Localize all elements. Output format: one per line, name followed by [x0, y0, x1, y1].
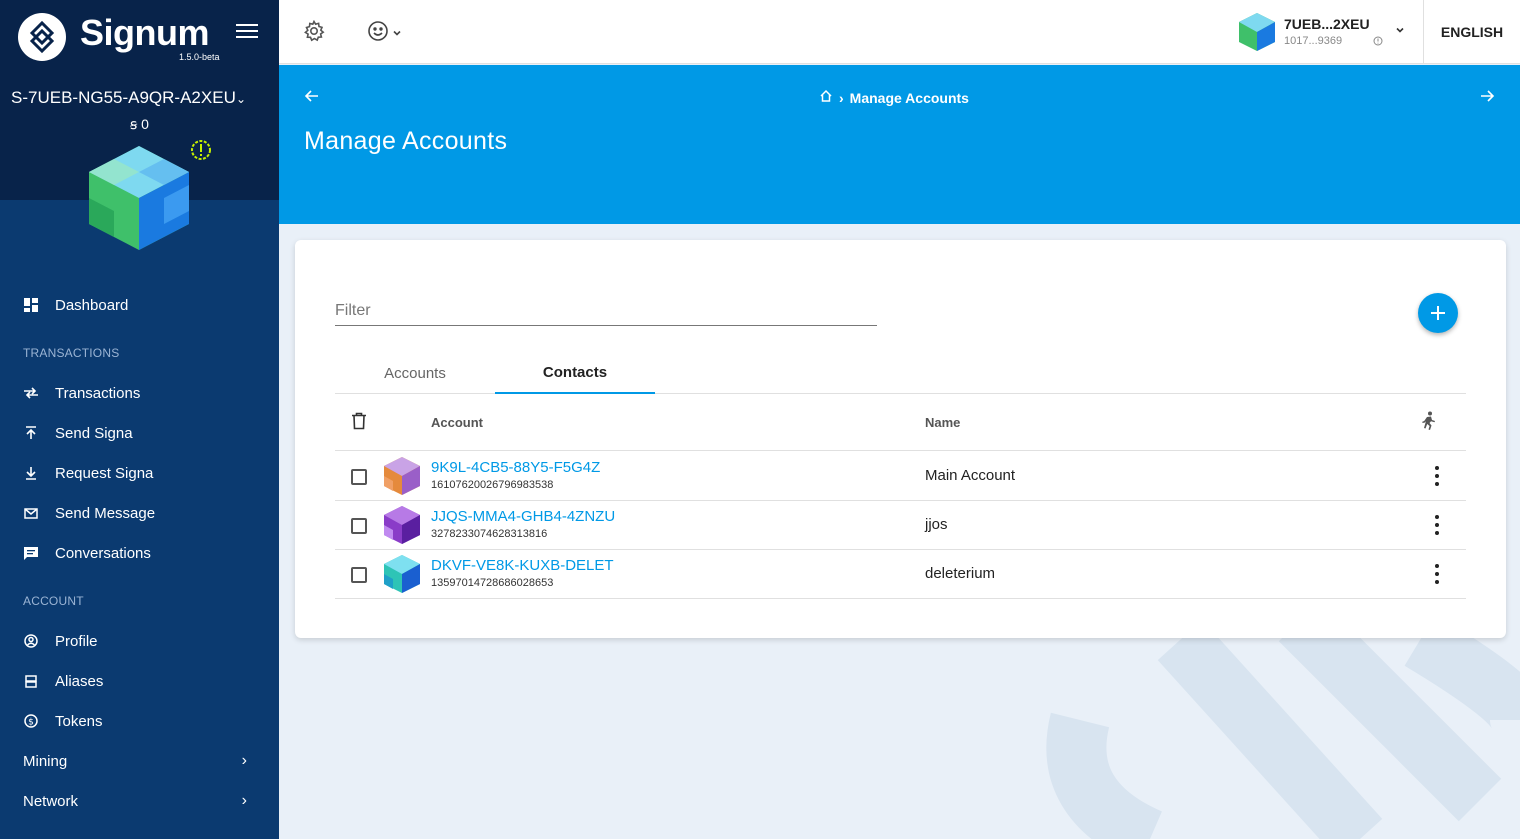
contact-numeric-id: 3278233074628313816 [431, 528, 548, 540]
sidebar-item-tokens[interactable]: $ Tokens [0, 703, 279, 739]
account-switcher[interactable]: 7UEB...2XEU 1017...9369 [1237, 12, 1417, 54]
plus-icon [1431, 306, 1445, 320]
chat-icon [23, 546, 39, 560]
gear-icon[interactable] [303, 19, 325, 47]
info-icon [1373, 33, 1383, 51]
section-heading-account: ACCOUNT [23, 594, 84, 608]
sidebar-item-label: Send Message [55, 504, 156, 522]
contact-numeric-id: 16107620026796983538 [431, 479, 554, 491]
chevron-right-icon: › [241, 752, 247, 769]
mood-menu[interactable] [367, 20, 402, 47]
accounts-card: Accounts Contacts Account Name 9K9L-4CB5… [295, 240, 1506, 638]
sidebar-item-label: Profile [55, 632, 98, 650]
download-icon [23, 466, 39, 480]
language-selector[interactable]: ENGLISH [1423, 0, 1520, 64]
contact-address[interactable]: DKVF-VE8K-KUXB-DELET [431, 557, 614, 574]
add-account-button[interactable] [1418, 293, 1458, 333]
sidebar: Signum 1.5.0-beta S-7UEB-NG55-A9QR-A2XEU… [0, 0, 279, 839]
sidebar-item-label: Transactions [55, 384, 141, 402]
contact-address[interactable]: 9K9L-4CB5-88Y5-F5G4Z [431, 459, 600, 476]
sidebar-item-network[interactable]: Network › [0, 783, 279, 819]
delete-icon[interactable] [351, 412, 367, 435]
warning-icon[interactable] [189, 138, 213, 167]
sidebar-item-label: Request Signa [55, 464, 154, 482]
mail-icon [23, 507, 39, 519]
top-toolbar: 7UEB...2XEU 1017...9369 ENGLISH [279, 0, 1520, 64]
account-avatar [86, 144, 192, 255]
table-row[interactable]: DKVF-VE8K-KUXB-DELET 1359701472868602865… [335, 550, 1466, 599]
sidebar-item-label: Send Signa [55, 424, 133, 442]
upload-icon [23, 426, 39, 440]
chevron-down-icon [1395, 24, 1405, 38]
tab-accounts[interactable]: Accounts [335, 352, 495, 394]
sidebar-item-aliases[interactable]: Aliases [0, 663, 279, 699]
contact-numeric-id: 13597014728686028653 [431, 577, 554, 589]
sidebar-item-label: Network [23, 792, 79, 810]
sidebar-item-label: Conversations [55, 544, 151, 562]
row-checkbox[interactable] [351, 518, 367, 534]
contact-avatar [382, 456, 422, 501]
sidebar-item-mining[interactable]: Mining › [0, 743, 279, 779]
coin-icon: $ [23, 714, 39, 728]
row-checkbox[interactable] [351, 469, 367, 485]
column-header-name[interactable]: Name [925, 415, 960, 430]
chevron-right-icon: › [241, 792, 247, 809]
section-heading-transactions: TRANSACTIONS [23, 346, 120, 360]
sidebar-item-label: Aliases [55, 672, 104, 690]
contact-name: Main Account [925, 467, 1016, 484]
contact-avatar [382, 554, 422, 599]
sidebar-item-dashboard[interactable]: Dashboard [0, 287, 279, 323]
column-header-account[interactable]: Account [431, 415, 483, 430]
brand-name: Signum [80, 12, 210, 53]
sidebar-item-conversations[interactable]: Conversations [0, 535, 279, 571]
transfer-icon [23, 387, 39, 399]
table-row[interactable]: 9K9L-4CB5-88Y5-F5G4Z 1610762002679698353… [335, 452, 1466, 501]
breadcrumb-current: Manage Accounts [849, 89, 969, 106]
tab-bar: Accounts Contacts [335, 352, 1466, 394]
tab-contacts[interactable]: Contacts [495, 352, 655, 394]
row-checkbox[interactable] [351, 567, 367, 583]
sidebar-account-id[interactable]: S-7UEB-NG55-A9QR-A2XEU [11, 88, 236, 108]
more-vert-icon[interactable] [1431, 466, 1443, 486]
chevron-right-icon: › [839, 89, 844, 106]
arrow-back-icon[interactable] [303, 87, 321, 110]
app-version: 1.5.0-beta [179, 52, 220, 62]
svg-text:$: $ [28, 718, 34, 728]
more-vert-icon[interactable] [1431, 564, 1443, 584]
contact-name: jjos [925, 516, 948, 533]
contact-address[interactable]: JJQS-MMA4-GHB4-4ZNZU [431, 508, 615, 525]
contact-avatar [382, 505, 422, 550]
page-header: › Manage Accounts Manage Accounts [279, 65, 1520, 224]
user-circle-icon [23, 634, 39, 648]
sidebar-item-send-message[interactable]: Send Message [0, 495, 279, 531]
contact-name: deleterium [925, 565, 996, 582]
sidebar-item-send[interactable]: Send Signa [0, 415, 279, 451]
account-avatar-small [1239, 13, 1275, 51]
page-title: Manage Accounts [304, 127, 508, 155]
running-icon[interactable] [1419, 411, 1437, 436]
menu-icon[interactable] [236, 24, 258, 40]
storage-icon [23, 674, 39, 688]
sidebar-item-transactions[interactable]: Transactions [0, 375, 279, 411]
table-row[interactable]: JJQS-MMA4-GHB4-4ZNZU 3278233074628313816… [335, 501, 1466, 550]
smile-icon [367, 20, 389, 47]
breadcrumb: › Manage Accounts [819, 89, 969, 106]
more-vert-icon[interactable] [1431, 515, 1443, 535]
sidebar-item-label: Tokens [55, 712, 103, 730]
dashboard-icon [23, 298, 39, 312]
chevron-down-icon [392, 25, 402, 43]
signum-logo-icon [18, 13, 66, 61]
table-header: Account Name [335, 395, 1466, 451]
chevron-down-icon[interactable]: ⌄ [236, 92, 246, 106]
sidebar-item-label: Dashboard [55, 296, 129, 314]
sidebar-item-profile[interactable]: Profile [0, 623, 279, 659]
filter-input[interactable] [335, 296, 877, 326]
sidebar-item-request[interactable]: Request Signa [0, 455, 279, 491]
account-short-number: 1017...9369 [1284, 35, 1343, 47]
home-icon[interactable] [819, 89, 833, 106]
account-balance: ꞩ 0 [130, 116, 149, 132]
sidebar-item-label: Mining [23, 752, 68, 770]
account-short-name: 7UEB...2XEU [1284, 16, 1370, 32]
arrow-forward-icon[interactable] [1478, 87, 1496, 110]
